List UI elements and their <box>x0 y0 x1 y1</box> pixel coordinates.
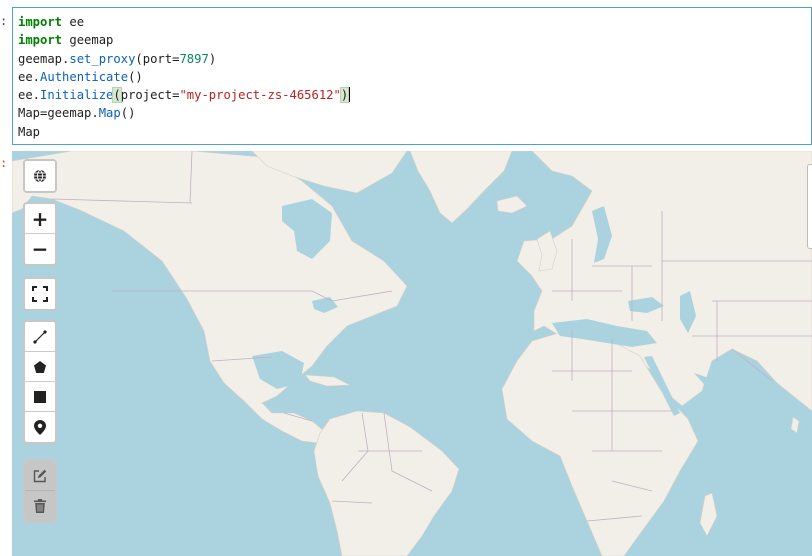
code-cell-editor[interactable]: import ee import geemap geemap.set_proxy(p… <box>12 7 812 145</box>
code-number: 7897 <box>179 51 209 66</box>
code-method: Map <box>98 106 121 121</box>
madagascar <box>699 492 718 537</box>
edit-toolbar[interactable] <box>23 459 57 523</box>
code-text: ee <box>62 15 85 29</box>
basemap-control[interactable] <box>23 159 57 193</box>
delete-layers-button[interactable] <box>25 491 55 521</box>
code-text: geemap. <box>18 51 70 66</box>
code-line-1: import ee <box>18 13 811 31</box>
code-text: ) <box>208 51 217 66</box>
north-america <box>12 151 408 444</box>
text-cursor <box>349 87 351 103</box>
zoom-out-button[interactable]: − <box>25 234 55 264</box>
code-text: Map=geemap. <box>18 106 99 121</box>
polygon-icon <box>34 360 46 373</box>
code-text: ee. <box>18 69 41 84</box>
zoom-control[interactable]: + − <box>23 202 57 266</box>
basemap-button[interactable] <box>25 161 55 191</box>
code-text: Map <box>18 124 41 139</box>
draw-marker-button[interactable] <box>25 412 55 442</box>
draw-polyline-button[interactable] <box>25 322 55 352</box>
code-text: project= <box>120 88 180 103</box>
trash-icon <box>34 499 46 513</box>
output-prompt: : <box>0 156 8 170</box>
code-line-3: geemap.set_proxy(port=7897) <box>18 50 811 68</box>
globe-icon <box>34 169 46 183</box>
map-widget[interactable]: + − <box>12 151 812 556</box>
code-text: ee. <box>18 88 41 103</box>
input-prompt: : <box>0 14 8 28</box>
code-line-6: Map=geemap.Map() <box>18 104 811 122</box>
world-basemap[interactable] <box>12 151 812 556</box>
fullscreen-control[interactable] <box>23 277 57 311</box>
code-line-2: import geemap <box>18 31 811 49</box>
code-text: () <box>128 69 143 84</box>
draw-toolbar[interactable] <box>23 320 57 444</box>
code-text: (port= <box>135 51 180 66</box>
greenland <box>409 151 513 224</box>
polyline-icon <box>33 329 47 344</box>
rectangle-icon <box>34 390 46 403</box>
keyword-import: import <box>18 15 63 29</box>
code-line-5: ee.Initialize(project="my-project-zs-465… <box>18 86 811 104</box>
sri-lanka <box>790 416 800 434</box>
code-method: set_proxy <box>69 51 136 66</box>
draw-polygon-button[interactable] <box>25 352 55 382</box>
code-method: Initialize <box>40 88 114 103</box>
marker-icon <box>34 419 46 435</box>
keyword-import: import <box>18 33 63 48</box>
zoom-in-button[interactable]: + <box>25 204 55 234</box>
code-text: geemap <box>62 33 114 48</box>
code-text: () <box>120 106 136 121</box>
code-line-7: Map <box>18 123 811 141</box>
iceland <box>496 195 528 214</box>
layer-panel-edge[interactable] <box>807 164 812 249</box>
code-line-4: ee.Authenticate() <box>18 68 811 86</box>
code-string: "my-project-zs-465612" <box>179 88 341 103</box>
fullscreen-button[interactable] <box>25 279 55 309</box>
fullscreen-icon <box>32 286 48 302</box>
edit-layers-button[interactable] <box>25 461 55 491</box>
matched-paren-close: ) <box>339 87 350 104</box>
edit-icon <box>33 469 47 482</box>
draw-rectangle-button[interactable] <box>25 382 55 412</box>
matched-paren-open: ( <box>112 87 122 104</box>
caribbean-island <box>304 374 352 387</box>
code-method: Authenticate <box>40 69 129 84</box>
